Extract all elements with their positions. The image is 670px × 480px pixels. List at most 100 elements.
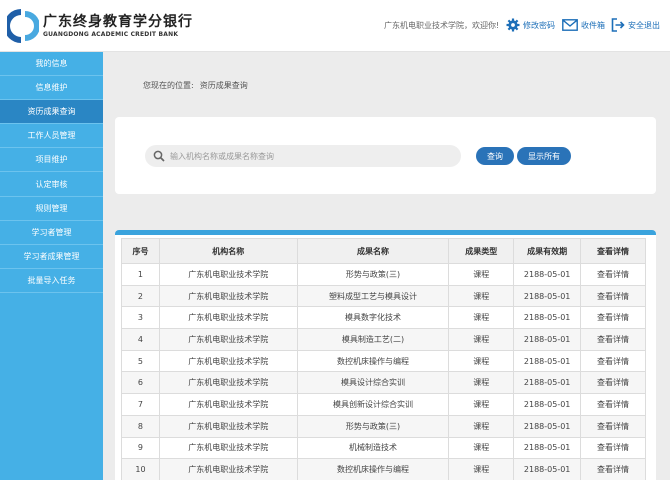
cell-name: 模具制造工艺(二): [296, 328, 450, 351]
view-detail-link[interactable]: 查看详情: [580, 371, 646, 395]
view-detail-link[interactable]: 查看详情: [580, 306, 646, 330]
view-detail-link[interactable]: 查看详情: [580, 284, 646, 308]
cell-valid: 2188-05-01: [513, 436, 582, 460]
cell-name: 形势与政策(三): [296, 414, 450, 438]
column-header-name: 成果名称: [296, 238, 450, 264]
cell-name: 形势与政策(三): [296, 263, 450, 286]
brand-subtitle: GUANGDONG ACADEMIC CREDIT BANK: [43, 31, 179, 38]
gear-icon: [506, 18, 520, 32]
cell-name: 模具创新设计综合实训: [296, 393, 450, 416]
cell-name: 塑料成型工艺与模具设计: [296, 284, 450, 308]
change-password-link[interactable]: 修改密码: [506, 15, 555, 35]
cell-no: 5: [121, 349, 160, 373]
logout-link[interactable]: 安全退出: [611, 15, 660, 35]
cell-org: 广东机电职业技术学院: [158, 436, 298, 460]
sidebar-item-learner-management[interactable]: 学习者管理: [0, 221, 103, 245]
cell-no: 7: [121, 393, 160, 416]
table-row: 10 广东机电职业技术学院 数控机床操作与编程 课程 2188-05-01 查看…: [121, 458, 646, 480]
view-detail-link[interactable]: 查看详情: [580, 349, 646, 373]
table-row: 7 广东机电职业技术学院 模具创新设计综合实训 课程 2188-05-01 查看…: [121, 393, 646, 416]
cell-org: 广东机电职业技术学院: [158, 393, 298, 416]
table-row: 4 广东机电职业技术学院 模具制造工艺(二) 课程 2188-05-01 查看详…: [121, 328, 646, 351]
column-header-type: 成果类型: [448, 238, 515, 264]
results-table-panel: 序号 机构名称 成果名称 成果类型 成果有效期 查看详情 1 广东机电职业技术学…: [115, 230, 656, 480]
column-header-detail: 查看详情: [580, 238, 646, 264]
cell-no: 10: [121, 458, 160, 480]
sidebar-item-achievement-query[interactable]: 资历成果查询: [0, 100, 103, 125]
cell-org: 广东机电职业技术学院: [158, 458, 298, 480]
view-detail-link[interactable]: 查看详情: [580, 393, 646, 416]
cell-org: 广东机电职业技术学院: [158, 263, 298, 286]
sidebar: 我的信息 信息维护 资历成果查询 工作人员管理 项目维护 认定审核 规则管理 学…: [0, 52, 103, 480]
cell-org: 广东机电职业技术学院: [158, 349, 298, 373]
top-header: 广东终身教育学分银行 GUANGDONG ACADEMIC CREDIT BAN…: [0, 0, 670, 52]
query-button[interactable]: 查询: [476, 147, 514, 165]
breadcrumb: 您现在的位置: 资历成果查询: [143, 80, 248, 91]
cell-type: 课程: [448, 306, 515, 330]
table-row: 2 广东机电职业技术学院 塑料成型工艺与模具设计 课程 2188-05-01 查…: [121, 284, 646, 308]
show-all-button[interactable]: 显示所有: [517, 147, 571, 165]
sidebar-item-certification-review[interactable]: 认定审核: [0, 172, 103, 197]
envelope-icon: [562, 19, 578, 31]
cell-name: 模具数字化技术: [296, 306, 450, 330]
search-panel: 查询 显示所有: [115, 117, 656, 194]
results-table: 序号 机构名称 成果名称 成果类型 成果有效期 查看详情 1 广东机电职业技术学…: [121, 238, 646, 480]
logout-label: 安全退出: [628, 20, 660, 30]
cell-no: 4: [121, 328, 160, 351]
cell-type: 课程: [448, 349, 515, 373]
view-detail-link[interactable]: 查看详情: [580, 414, 646, 438]
column-header-org: 机构名称: [158, 238, 298, 264]
cell-type: 课程: [448, 263, 515, 286]
cell-no: 9: [121, 436, 160, 460]
cell-valid: 2188-05-01: [513, 458, 582, 480]
cell-valid: 2188-05-01: [513, 306, 582, 330]
table-body: 1 广东机电职业技术学院 形势与政策(三) 课程 2188-05-01 查看详情…: [121, 263, 646, 480]
cell-type: 课程: [448, 436, 515, 460]
cell-valid: 2188-05-01: [513, 284, 582, 308]
sidebar-item-info-maintenance[interactable]: 信息维护: [0, 76, 103, 101]
sidebar-item-staff-management[interactable]: 工作人员管理: [0, 124, 103, 149]
cell-type: 课程: [448, 458, 515, 480]
cell-valid: 2188-05-01: [513, 349, 582, 373]
view-detail-link[interactable]: 查看详情: [580, 328, 646, 351]
cell-no: 3: [121, 306, 160, 330]
table-row: 5 广东机电职业技术学院 数控机床操作与编程 课程 2188-05-01 查看详…: [121, 349, 646, 373]
cell-valid: 2188-05-01: [513, 371, 582, 395]
search-icon: [153, 150, 165, 162]
breadcrumb-current: 资历成果查询: [199, 81, 248, 90]
cell-no: 1: [121, 263, 160, 286]
table-row: 6 广东机电职业技术学院 模具设计综合实训 课程 2188-05-01 查看详情: [121, 371, 646, 395]
sidebar-item-my-info[interactable]: 我的信息: [0, 52, 103, 77]
search-box: [145, 145, 461, 167]
sidebar-item-rule-management[interactable]: 规则管理: [0, 197, 103, 221]
table-row: 1 广东机电职业技术学院 形势与政策(三) 课程 2188-05-01 查看详情: [121, 263, 646, 286]
cell-type: 课程: [448, 414, 515, 438]
view-detail-link[interactable]: 查看详情: [580, 436, 646, 460]
cell-name: 数控机床操作与编程: [296, 349, 450, 373]
brand-title: 广东终身教育学分银行: [43, 14, 193, 30]
sidebar-item-project-maintenance[interactable]: 项目维护: [0, 148, 103, 173]
cell-org: 广东机电职业技术学院: [158, 284, 298, 308]
view-detail-link[interactable]: 查看详情: [580, 458, 646, 480]
table-row: 9 广东机电职业技术学院 机械制造技术 课程 2188-05-01 查看详情: [121, 436, 646, 460]
inbox-link[interactable]: 收件箱: [562, 15, 605, 35]
cell-name: 模具设计综合实训: [296, 371, 450, 395]
sidebar-item-learner-achievement-management[interactable]: 学习者成果管理: [0, 245, 103, 269]
search-input[interactable]: [170, 151, 450, 161]
logout-icon: [611, 18, 625, 32]
cell-valid: 2188-05-01: [513, 263, 582, 286]
view-detail-link[interactable]: 查看详情: [580, 263, 646, 286]
breadcrumb-prefix: 您现在的位置:: [143, 81, 194, 90]
change-password-label: 修改密码: [523, 20, 555, 30]
cell-no: 6: [121, 371, 160, 395]
column-header-no: 序号: [121, 238, 160, 264]
sidebar-item-batch-import-task[interactable]: 批量导入任务: [0, 269, 103, 293]
table-header-row: 序号 机构名称 成果名称 成果类型 成果有效期 查看详情: [121, 238, 646, 264]
cell-type: 课程: [448, 371, 515, 395]
table-row: 8 广东机电职业技术学院 形势与政策(三) 课程 2188-05-01 查看详情: [121, 414, 646, 438]
cell-org: 广东机电职业技术学院: [158, 371, 298, 395]
cell-org: 广东机电职业技术学院: [158, 328, 298, 351]
inbox-label: 收件箱: [581, 20, 605, 30]
cell-org: 广东机电职业技术学院: [158, 306, 298, 330]
cell-name: 数控机床操作与编程: [296, 458, 450, 480]
